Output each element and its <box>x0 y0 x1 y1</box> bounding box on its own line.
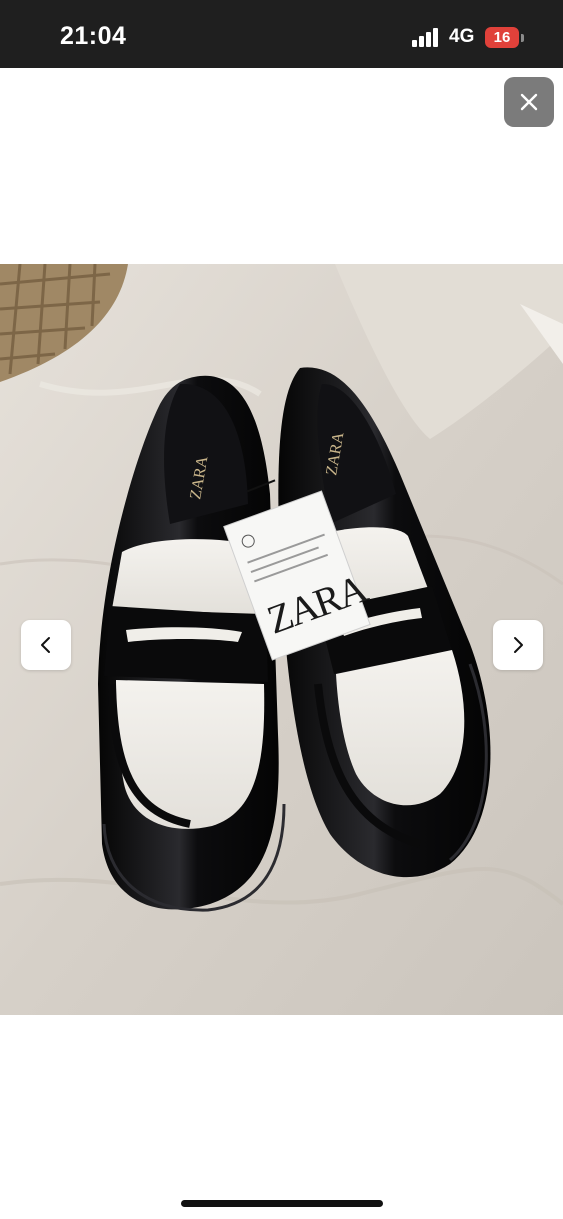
close-icon <box>520 93 538 111</box>
battery-indicator: 16 <box>485 27 519 48</box>
network-type: 4G <box>449 26 475 47</box>
next-image-button[interactable] <box>493 620 543 670</box>
previous-image-button[interactable] <box>21 620 71 670</box>
home-indicator[interactable] <box>181 1200 383 1207</box>
close-button[interactable] <box>504 77 554 127</box>
cellular-signal-icon <box>412 27 440 47</box>
status-time: 21:04 <box>60 22 127 50</box>
battery-tip <box>521 34 524 42</box>
product-photo: ZARA ZARA ZARA <box>0 264 563 1015</box>
status-bar: 21:04 4G 16 <box>0 0 563 68</box>
chevron-left-icon <box>41 637 50 653</box>
loafers-photo-illustration: ZARA ZARA ZARA <box>0 264 563 1015</box>
chevron-right-icon <box>514 637 523 653</box>
